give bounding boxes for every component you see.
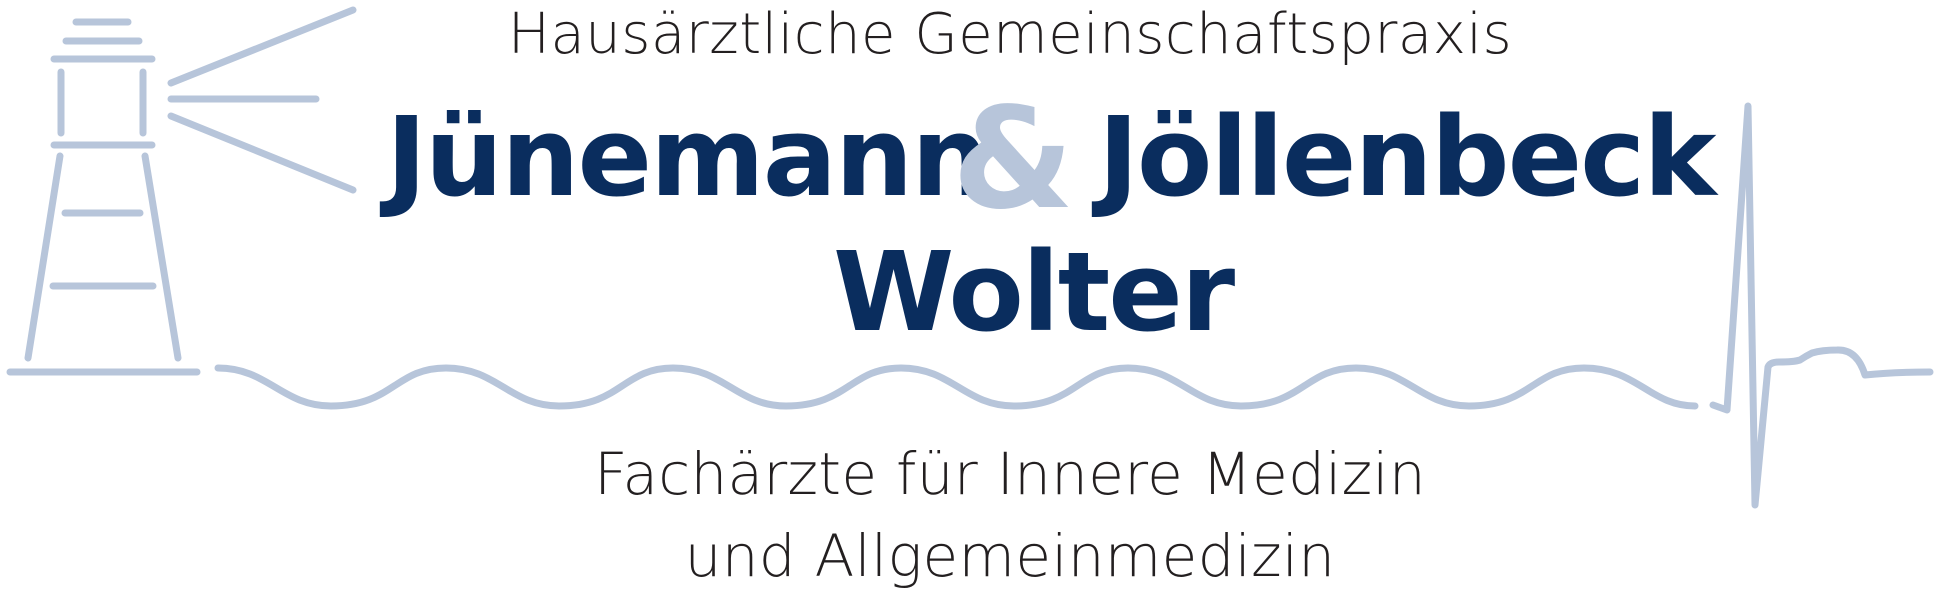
specialty-text-1: Fachärzte für Innere Medizin: [594, 440, 1426, 508]
ampersand-symbol: &: [952, 78, 1075, 241]
doctor-names: Jünemann & Jöllenbeck Wolter: [0, 90, 1936, 348]
practice-logo: Hausärztliche Gemeinschaftspraxis Jünema…: [0, 0, 1936, 598]
doctor-name-3: Wolter: [833, 228, 1235, 356]
practice-type-text: Hausärztliche Gemeinschaftspraxis: [507, 2, 1513, 67]
doctor-name-2: Jöllenbeck: [1098, 93, 1717, 221]
doctor-name-1: Jünemann: [386, 93, 990, 221]
sea-wave-line: [214, 364, 1699, 410]
specialty-text-2: und Allgemeinmedizin: [684, 522, 1336, 590]
